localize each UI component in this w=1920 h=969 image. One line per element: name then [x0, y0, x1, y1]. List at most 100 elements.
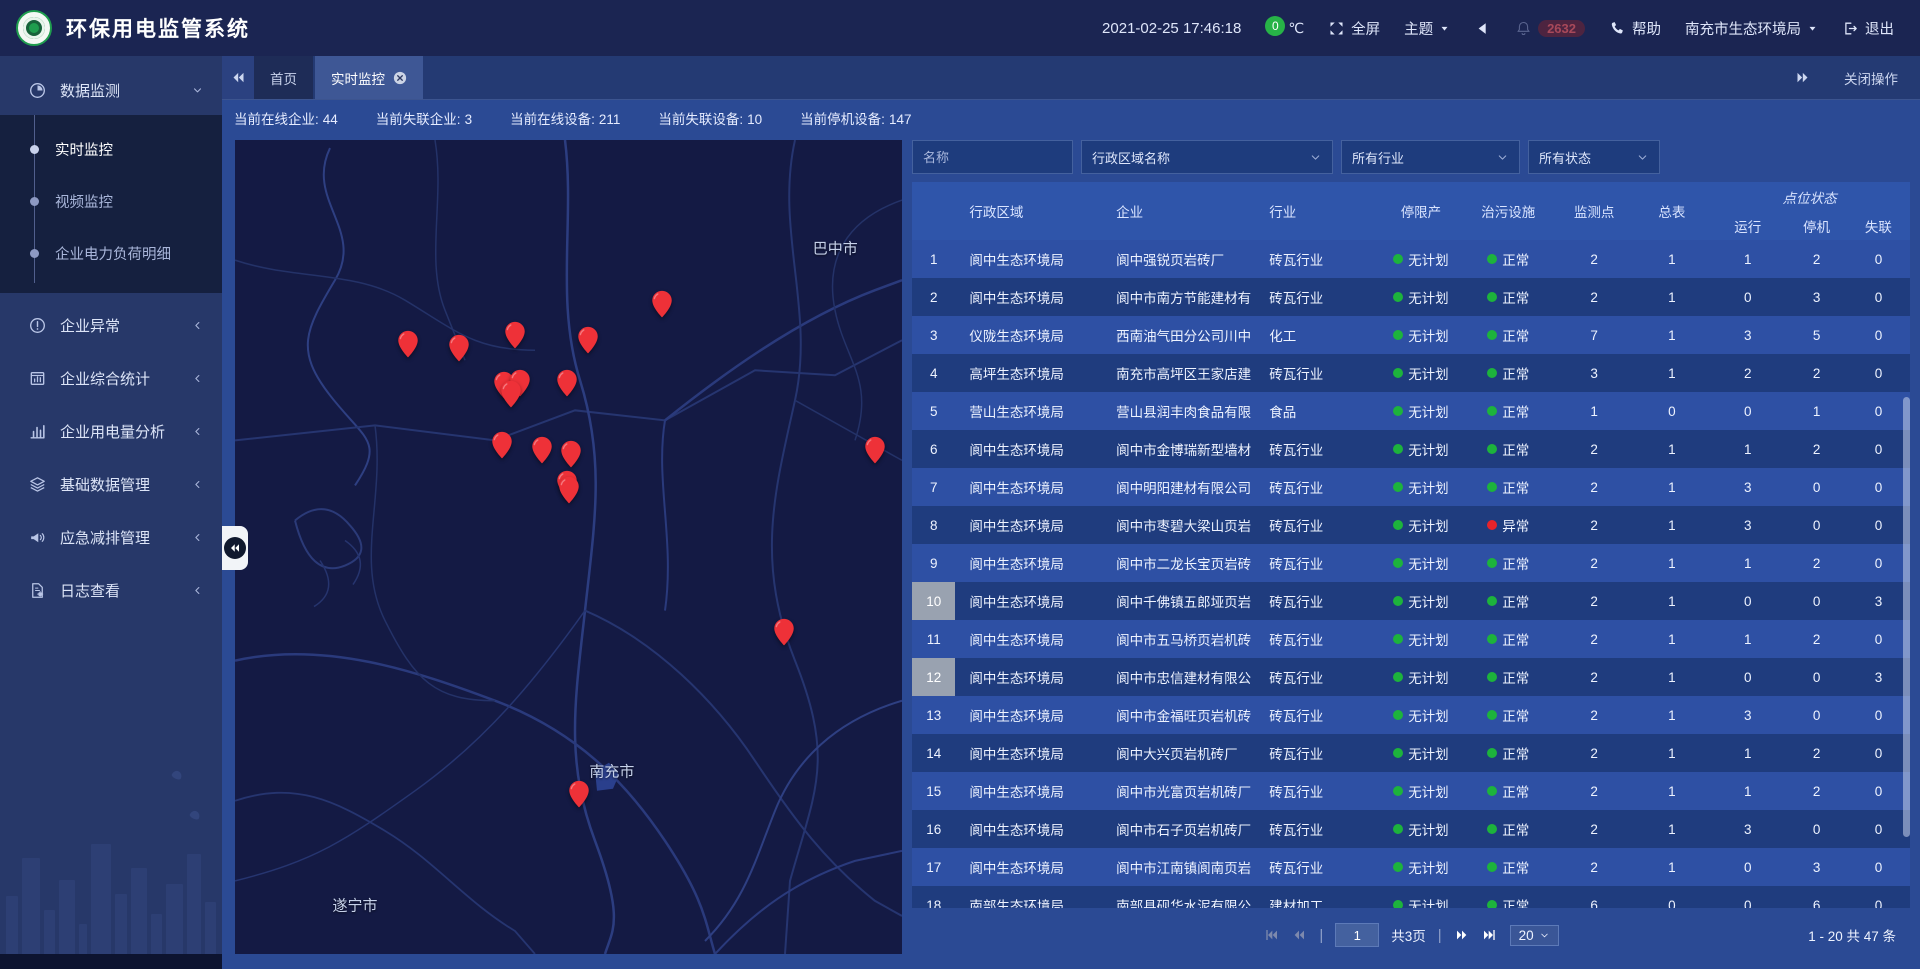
page-first-icon[interactable]: [1263, 927, 1279, 943]
col-header-region: 行政区域: [955, 182, 1112, 240]
table-row[interactable]: 18 南部生态环境局 南部县砚华水泥有限公 建材加工 无计划 正常 6 0 0: [912, 886, 1910, 908]
map-pin-icon[interactable]: [501, 380, 522, 408]
region-select[interactable]: 行政区域名称: [1081, 140, 1333, 174]
cell-points: 3: [1554, 354, 1635, 392]
help-button[interactable]: 帮助: [1609, 18, 1661, 39]
table-row[interactable]: 13 阆中生态环境局 阆中市金福旺页岩机砖 砖瓦行业 无计划 正常 2 1 3: [912, 696, 1910, 734]
map-pin-icon[interactable]: [559, 476, 580, 504]
cell-limit: 无计划: [1379, 658, 1463, 696]
table-row[interactable]: 4 高坪生态环境局 南充市高坪区王家店建 砖瓦行业 无计划 正常 3 1 2: [912, 354, 1910, 392]
table-row[interactable]: 7 阆中生态环境局 阆中明阳建材有限公司 砖瓦行业 无计划 正常 2 1 3: [912, 468, 1910, 506]
sidebar-subitem[interactable]: 视频监控: [0, 175, 222, 227]
map-pin-icon[interactable]: [491, 431, 512, 459]
logout-button[interactable]: 退出: [1842, 18, 1894, 39]
status-select[interactable]: 所有状态: [1528, 140, 1660, 174]
map-pin-icon[interactable]: [449, 334, 470, 362]
cell-industry: 砖瓦行业: [1265, 620, 1379, 658]
sidebar-item[interactable]: 企业异常: [0, 299, 222, 352]
map-pin-icon[interactable]: [577, 326, 598, 354]
cell-limit: 无计划: [1379, 392, 1463, 430]
row-number: 18: [912, 886, 955, 908]
table-row[interactable]: 6 阆中生态环境局 阆中市金博瑞新型墙材 砖瓦行业 无计划 正常 2 1 1: [912, 430, 1910, 468]
status-dot: [1393, 862, 1403, 872]
cell-industry: 化工: [1265, 316, 1379, 354]
page-number-input[interactable]: [1335, 923, 1379, 947]
map-pin-icon[interactable]: [773, 618, 794, 646]
page-last-icon[interactable]: [1482, 927, 1498, 943]
sidebar-subitem[interactable]: 企业电力负荷明细: [0, 227, 222, 279]
table-scrollbar[interactable]: [1903, 397, 1910, 837]
page-next-icon[interactable]: [1454, 927, 1470, 943]
cell-region: 南部生态环境局: [955, 886, 1112, 908]
org-dropdown[interactable]: 南充市生态环境局: [1685, 18, 1818, 39]
map[interactable]: 巴中市南充市遂宁市: [235, 140, 902, 954]
bar-chart-icon: [28, 422, 47, 441]
tabs-scroll-right-button[interactable]: [1786, 70, 1818, 85]
status-dot: [1393, 368, 1403, 378]
cell-company: 阆中市石子页岩机砖厂: [1112, 810, 1265, 848]
cell-facility: 正常: [1463, 468, 1554, 506]
tab-home[interactable]: 首页: [254, 56, 313, 99]
table-row[interactable]: 1 阆中生态环境局 阆中强锐页岩砖厂 砖瓦行业 无计划 正常 2 1 1 2: [912, 240, 1910, 278]
cell-industry: 砖瓦行业: [1265, 240, 1379, 278]
table-row[interactable]: 9 阆中生态环境局 阆中市二龙长宝页岩砖 砖瓦行业 无计划 正常 2 1 1: [912, 544, 1910, 582]
map-pin-icon[interactable]: [865, 436, 886, 464]
cell-meters: 1: [1635, 810, 1710, 848]
cell-stopped: 0: [1786, 582, 1847, 620]
name-search-input[interactable]: [912, 140, 1073, 174]
map-pin-icon[interactable]: [651, 291, 672, 319]
table-row[interactable]: 17 阆中生态环境局 阆中市江南镇阆南页岩 砖瓦行业 无计划 正常 2 1 0: [912, 848, 1910, 886]
sidebar-item[interactable]: 基础数据管理: [0, 458, 222, 511]
row-number: 6: [912, 430, 955, 468]
cell-limit: 无计划: [1379, 620, 1463, 658]
map-pin-icon[interactable]: [505, 321, 526, 349]
sound-button[interactable]: [1474, 20, 1491, 37]
double-right-icon: [1795, 70, 1810, 85]
page-prev-icon[interactable]: [1291, 927, 1307, 943]
theme-dropdown[interactable]: 主题: [1404, 18, 1450, 39]
close-operations-button[interactable]: 关闭操作: [1844, 68, 1898, 88]
row-number: 13: [912, 696, 955, 734]
fullscreen-button[interactable]: 全屏: [1328, 18, 1380, 39]
map-pin-icon[interactable]: [557, 370, 578, 398]
stat-item: 当前在线设备:211: [510, 108, 620, 128]
sidebar-subitem[interactable]: 实时监控: [0, 123, 222, 175]
table-row[interactable]: 8 阆中生态环境局 阆中市枣碧大梁山页岩 砖瓦行业 无计划 异常 2 1 3: [912, 506, 1910, 544]
table-row[interactable]: 16 阆中生态环境局 阆中市石子页岩机砖厂 砖瓦行业 无计划 正常 2 1 3: [912, 810, 1910, 848]
map-pin-icon[interactable]: [561, 440, 582, 468]
cell-company: 营山县润丰肉食品有限: [1112, 392, 1265, 430]
page-size-select[interactable]: 20: [1510, 925, 1559, 946]
tabs-scroll-left-button[interactable]: [222, 56, 254, 99]
map-pin-icon[interactable]: [397, 330, 418, 358]
sidebar-item[interactable]: 日志查看: [0, 564, 222, 617]
cell-points: 2: [1554, 772, 1635, 810]
alert-circle-icon: [28, 316, 47, 335]
row-number: 11: [912, 620, 955, 658]
notifications-button[interactable]: 2632: [1515, 20, 1585, 37]
map-pin-icon[interactable]: [531, 436, 552, 464]
table-row[interactable]: 3 仪陇生态环境局 西南油气田分公司川中 化工 无计划 正常 7 1 3 5: [912, 316, 1910, 354]
sidebar-item[interactable]: 企业综合统计: [0, 352, 222, 405]
close-icon[interactable]: [393, 71, 407, 85]
status-dot: [1487, 520, 1497, 530]
table-row[interactable]: 10 阆中生态环境局 阆中千佛镇五郎垭页岩 砖瓦行业 无计划 正常 2 1 0: [912, 582, 1910, 620]
table-row[interactable]: 15 阆中生态环境局 阆中市光富页岩机砖厂 砖瓦行业 无计划 正常 2 1 1: [912, 772, 1910, 810]
map-collapse-button[interactable]: [222, 526, 248, 570]
map-pin-icon[interactable]: [569, 781, 590, 809]
industry-select[interactable]: 所有行业: [1341, 140, 1520, 174]
sidebar-item-data-monitoring[interactable]: 数据监测: [0, 65, 222, 115]
table-row[interactable]: 5 营山生态环境局 营山县润丰肉食品有限 食品 无计划 正常 1 0 0 1: [912, 392, 1910, 430]
table-row[interactable]: 14 阆中生态环境局 阆中大兴页岩机砖厂 砖瓦行业 无计划 正常 2 1 1: [912, 734, 1910, 772]
sidebar-item[interactable]: 企业用电量分析: [0, 405, 222, 458]
table-row[interactable]: 12 阆中生态环境局 阆中市忠信建材有限公 砖瓦行业 无计划 正常 2 1 0: [912, 658, 1910, 696]
table-row[interactable]: 2 阆中生态环境局 阆中市南方节能建材有 砖瓦行业 无计划 正常 2 1 0: [912, 278, 1910, 316]
cell-facility: 正常: [1463, 886, 1554, 908]
table-row[interactable]: 11 阆中生态环境局 阆中市五马桥页岩机砖 砖瓦行业 无计划 正常 2 1 1: [912, 620, 1910, 658]
cell-facility: 正常: [1463, 696, 1554, 734]
tab-realtime-monitor[interactable]: 实时监控: [315, 56, 423, 99]
cell-offline: 0: [1847, 734, 1910, 772]
sidebar-item[interactable]: 应急减排管理: [0, 511, 222, 564]
cell-offline: 0: [1847, 810, 1910, 848]
cell-offline: 0: [1847, 392, 1910, 430]
cell-company: 阆中大兴页岩机砖厂: [1112, 734, 1265, 772]
